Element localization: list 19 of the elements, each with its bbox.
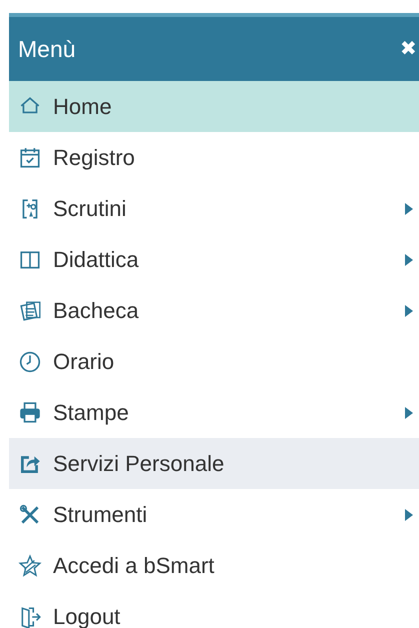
calendar-check-icon: [18, 146, 42, 170]
menu-item-label: Home: [53, 93, 113, 121]
menu-item-label: Didattica: [53, 246, 140, 274]
menu-item-label: Strumenti: [53, 501, 148, 529]
printer-icon: [18, 400, 42, 424]
menu-title: Menù: [18, 34, 76, 64]
close-button[interactable]: ✖: [400, 39, 419, 59]
menu-item-label: Registro: [53, 144, 136, 172]
menu-item-label: Servizi Personale: [53, 450, 226, 478]
menu-item-label: Stampe: [53, 399, 130, 427]
menu-item[interactable]: Servizi Personale: [9, 438, 419, 489]
clock-icon: [18, 350, 42, 374]
menu-item-label: Orario: [53, 348, 116, 376]
menu-item[interactable]: Home: [9, 81, 419, 132]
notepad-icon: [18, 298, 42, 322]
menu-item-label: Scrutini: [53, 195, 128, 223]
star-icon: [18, 554, 42, 578]
menu-item-label: Bacheca: [53, 297, 140, 325]
menu-item-label: Accedi a bSmart: [53, 552, 216, 580]
